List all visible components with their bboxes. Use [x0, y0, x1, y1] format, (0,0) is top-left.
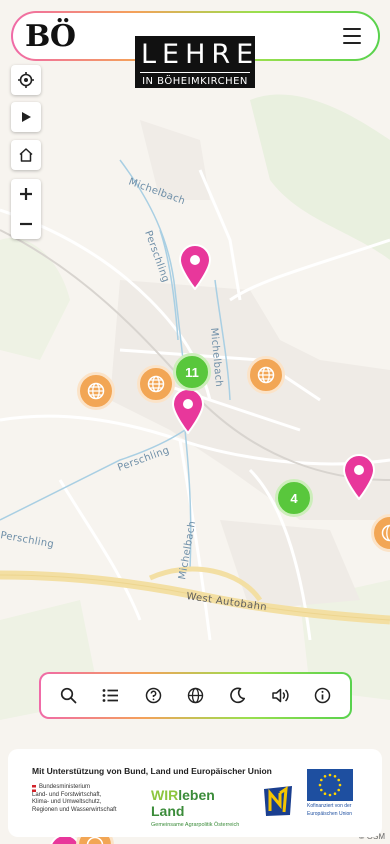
audio-button[interactable]	[268, 684, 292, 708]
globe-icon	[147, 375, 165, 393]
globe-marker[interactable]	[137, 365, 175, 403]
brand-logo[interactable]: LEHRE IN BÖHEIMKIRCHEN	[135, 36, 255, 88]
eu-caption: Kofinanziert von der	[307, 803, 352, 809]
globe-icon	[87, 382, 105, 400]
minus-icon	[20, 222, 32, 226]
zoom-out-button[interactable]	[11, 209, 41, 239]
globe-icon	[86, 836, 104, 844]
ministry-line: Regionen und Wasserwirtschaft	[32, 806, 117, 813]
cluster-marker[interactable]: 11	[173, 353, 211, 391]
wir-leben-land-logo: WIRleben Land Gemeinsame Agrarpolitik Ös…	[151, 787, 251, 828]
globe-marker[interactable]	[77, 372, 115, 410]
globe-marker[interactable]	[247, 356, 285, 394]
search-button[interactable]	[56, 684, 80, 708]
locate-button[interactable]	[11, 65, 41, 95]
search-icon	[60, 687, 77, 704]
volume-icon	[272, 688, 289, 703]
map-pin-marker[interactable]	[171, 388, 205, 434]
globe-icon	[257, 366, 275, 384]
home-button[interactable]	[11, 140, 41, 170]
ministry-line: Bundesministerium	[39, 784, 91, 790]
menu-icon-line	[343, 42, 361, 44]
help-icon	[145, 687, 161, 704]
list-icon	[102, 689, 119, 702]
lower-austria-logo	[264, 786, 292, 816]
menu-icon	[343, 28, 361, 30]
globe-icon	[381, 524, 390, 542]
globe-icon	[187, 687, 204, 704]
plus-icon	[20, 188, 32, 200]
brand-subtitle: IN BÖHEIMKIRCHEN	[142, 76, 248, 87]
locate-icon	[18, 72, 34, 88]
menu-button[interactable]	[343, 28, 361, 44]
austria-flag-icon	[32, 785, 36, 792]
eu-logo: Kofinanziert von der Europäischen Union	[307, 769, 355, 817]
wir-leben-land-text: WIRleben Land	[151, 787, 251, 819]
moon-icon	[230, 687, 246, 704]
map-pin-marker[interactable]	[342, 454, 376, 500]
language-button[interactable]	[183, 684, 207, 708]
help-button[interactable]	[141, 684, 165, 708]
map-pin-marker[interactable]	[178, 244, 212, 290]
menu-icon-line	[343, 35, 361, 37]
bottom-toolbar	[39, 672, 352, 719]
brand-divider	[140, 72, 250, 73]
home-icon	[19, 148, 33, 162]
zoom-control	[11, 179, 41, 239]
dark-mode-button[interactable]	[226, 684, 250, 708]
eu-flag-icon	[307, 769, 353, 801]
ministry-line: Land- und Forstwirtschaft,	[32, 791, 102, 798]
play-button[interactable]	[11, 102, 41, 132]
ministry-logo: Bundesministerium Land- und Forstwirtsch…	[32, 784, 147, 814]
info-button[interactable]	[311, 684, 335, 708]
wir-leben-land-subtitle: Gemeinsame Agrarpolitik Österreich	[151, 822, 240, 828]
info-icon	[314, 687, 331, 704]
ministry-line: Klima- und Umweltschutz,	[32, 799, 102, 805]
logo[interactable]: BÖ	[25, 19, 76, 54]
zoom-in-button[interactable]	[11, 179, 41, 209]
funding-panel: Mit Unterstützung von Bund, Land und Eur…	[8, 749, 382, 837]
play-icon	[22, 112, 31, 122]
brand-title: LEHRE	[141, 39, 260, 70]
eu-caption: Europäischen Union	[307, 811, 353, 817]
funding-title: Mit Unterstützung von Bund, Land und Eur…	[32, 766, 272, 776]
list-button[interactable]	[99, 684, 123, 708]
wir-text: WIR	[151, 787, 179, 803]
cluster-marker[interactable]: 4	[275, 479, 313, 517]
